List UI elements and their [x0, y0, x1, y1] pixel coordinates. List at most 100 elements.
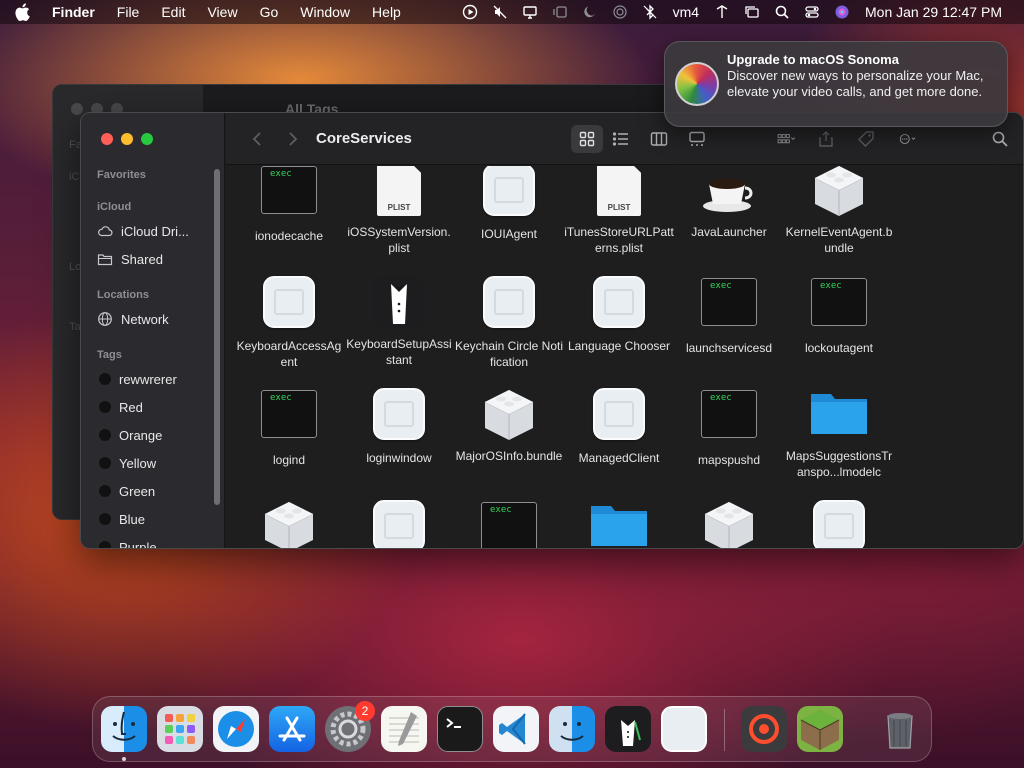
dock-migration-icon[interactable]	[549, 706, 595, 752]
dock-tuxedo-icon[interactable]	[605, 706, 651, 752]
menu-user-label[interactable]: vm4	[665, 4, 707, 20]
file-item[interactable]: Language Chooser	[564, 274, 674, 354]
search-icon[interactable]	[767, 0, 797, 24]
sidebar-item-shared[interactable]: Shared	[97, 247, 217, 271]
finder-window[interactable]: Favorites iCloud iCloud Dri... Shared Lo…	[80, 112, 1024, 549]
executable-icon: exec	[807, 278, 871, 334]
dock-launchpad-icon[interactable]	[157, 706, 203, 752]
sidebar-tag-yellow[interactable]: Yellow	[97, 451, 217, 475]
dock-finder-icon[interactable]	[101, 706, 147, 752]
window-switcher-icon[interactable]	[737, 0, 767, 24]
file-item[interactable]: JavaLauncher	[674, 166, 784, 240]
siri-icon[interactable]	[827, 0, 857, 24]
menu-view[interactable]: View	[196, 0, 248, 24]
file-item[interactable]: PLIST iOSSystemVersion.plist	[344, 166, 454, 256]
gallery-view-button[interactable]	[679, 125, 715, 153]
sidebar-header-locations[interactable]: Locations	[97, 289, 149, 301]
file-grid-area[interactable]: exec ionodecache PLIST iOSSystemVersion.pli…	[226, 166, 1023, 548]
dock-app-store-icon[interactable]	[269, 706, 315, 752]
icon-view-button[interactable]	[571, 125, 603, 153]
control-center-icon[interactable]	[797, 0, 827, 24]
file-item[interactable]: exec mapspushd	[674, 386, 784, 468]
file-item[interactable]	[234, 498, 344, 548]
menu-clock[interactable]: Mon Jan 29 12:47 PM	[857, 4, 1010, 20]
menu-app-name[interactable]: Finder	[40, 0, 106, 24]
file-item[interactable]: MajorOSInfo.bundle	[454, 386, 564, 464]
close-button[interactable]	[101, 133, 113, 145]
file-item[interactable]: exec launchservicesd	[674, 274, 784, 356]
finder-sidebar: Favorites iCloud iCloud Dri... Shared Lo…	[81, 113, 225, 548]
menu-go[interactable]: Go	[249, 0, 290, 24]
file-item[interactable]: loginwindow	[344, 386, 454, 466]
bluetooth-off-icon[interactable]	[635, 0, 665, 24]
menu-edit[interactable]: Edit	[150, 0, 196, 24]
sidebar-item-label: Yellow	[119, 455, 157, 471]
dock-record-icon[interactable]	[741, 706, 787, 752]
file-item[interactable]: exec ionodecache	[234, 166, 344, 244]
minimize-button[interactable]	[121, 133, 133, 145]
file-item[interactable]: KeyboardSetupAssistant	[344, 274, 454, 368]
forward-chevron-icon[interactable]	[282, 125, 302, 153]
list-view-button[interactable]	[603, 125, 639, 153]
dock-trash-icon[interactable]	[877, 706, 923, 752]
file-name-label: Language Chooser	[567, 339, 671, 353]
dock-notepad-icon[interactable]	[381, 706, 427, 752]
sidebar-tag-blue[interactable]: Blue	[97, 507, 217, 531]
tag-icon[interactable]	[846, 125, 886, 153]
mute-icon[interactable]	[485, 0, 515, 24]
file-item[interactable]	[344, 498, 454, 548]
focus-moon-icon[interactable]	[575, 0, 605, 24]
airdrop-icon[interactable]	[605, 0, 635, 24]
sidebar-tag-green[interactable]: Green	[97, 479, 217, 503]
file-item[interactable]: exec	[454, 498, 564, 548]
generic-app-icon	[587, 388, 651, 444]
file-item[interactable]	[784, 498, 894, 548]
content-scrollbar[interactable]	[1007, 166, 1023, 548]
zoom-button[interactable]	[141, 133, 153, 145]
notification-body: Discover new ways to personalize your Ma…	[727, 68, 984, 99]
file-item[interactable]: KeyboardAccessAgent	[234, 274, 344, 370]
dock-safari-icon[interactable]	[213, 706, 259, 752]
sidebar-item-network[interactable]: Network	[97, 307, 217, 331]
sidebar-item-label: Orange	[119, 427, 163, 443]
sidebar-tag-rewwrerer[interactable]: rewwrerer	[97, 367, 217, 391]
file-item[interactable]: PLIST iTunesStoreURLPatterns.plist	[564, 166, 674, 256]
file-name-label: IOUIAgent	[480, 227, 538, 241]
file-item[interactable]: exec lockoutagent	[784, 274, 894, 356]
sidebar-scrollbar[interactable]	[214, 169, 220, 505]
sidebar-header-tags[interactable]: Tags	[97, 349, 122, 361]
display-icon[interactable]	[515, 0, 545, 24]
file-item[interactable]: KernelEventAgent.bundle	[784, 166, 894, 256]
upgrade-notification[interactable]: Upgrade to macOS Sonoma Discover new way…	[664, 41, 1008, 127]
apple-menu-icon[interactable]	[14, 3, 40, 21]
menu-window[interactable]: Window	[289, 0, 361, 24]
file-item[interactable]: ManagedClient	[564, 386, 674, 466]
file-item[interactable]	[674, 498, 784, 548]
dock-vscode-icon[interactable]	[493, 706, 539, 752]
stage-manager-icon[interactable]	[545, 0, 575, 24]
file-item[interactable]: IOUIAgent	[454, 166, 564, 242]
network-status-icon[interactable]	[707, 0, 737, 24]
search-icon[interactable]	[986, 125, 1014, 153]
sidebar-header-icloud[interactable]: iCloud	[97, 201, 131, 213]
menu-file[interactable]: File	[106, 0, 151, 24]
sidebar-tag-purple[interactable]: Purple	[97, 535, 217, 548]
file-item[interactable]: MapsSuggestionsTranspo...lmodelc	[784, 386, 894, 480]
sidebar-item-icloud-drive[interactable]: iCloud Dri...	[97, 219, 217, 243]
more-actions-icon[interactable]	[886, 125, 930, 153]
file-item[interactable]: Keychain Circle Notification	[454, 274, 564, 370]
sidebar-header-favorites[interactable]: Favorites	[97, 169, 146, 181]
sidebar-tag-orange[interactable]: Orange	[97, 423, 217, 447]
group-by-button[interactable]	[766, 125, 806, 153]
file-item[interactable]: exec logind	[234, 386, 344, 468]
back-chevron-icon[interactable]	[248, 125, 268, 153]
dock-terminal-icon[interactable]	[437, 706, 483, 752]
column-view-button[interactable]	[639, 125, 679, 153]
share-icon[interactable]	[806, 125, 846, 153]
dock-generic-app-icon[interactable]	[661, 706, 707, 752]
sidebar-tag-red[interactable]: Red	[97, 395, 217, 419]
dock-grass-block-icon[interactable]	[797, 706, 843, 752]
menu-help[interactable]: Help	[361, 0, 412, 24]
file-item[interactable]	[564, 498, 674, 548]
play-icon[interactable]	[455, 0, 485, 24]
